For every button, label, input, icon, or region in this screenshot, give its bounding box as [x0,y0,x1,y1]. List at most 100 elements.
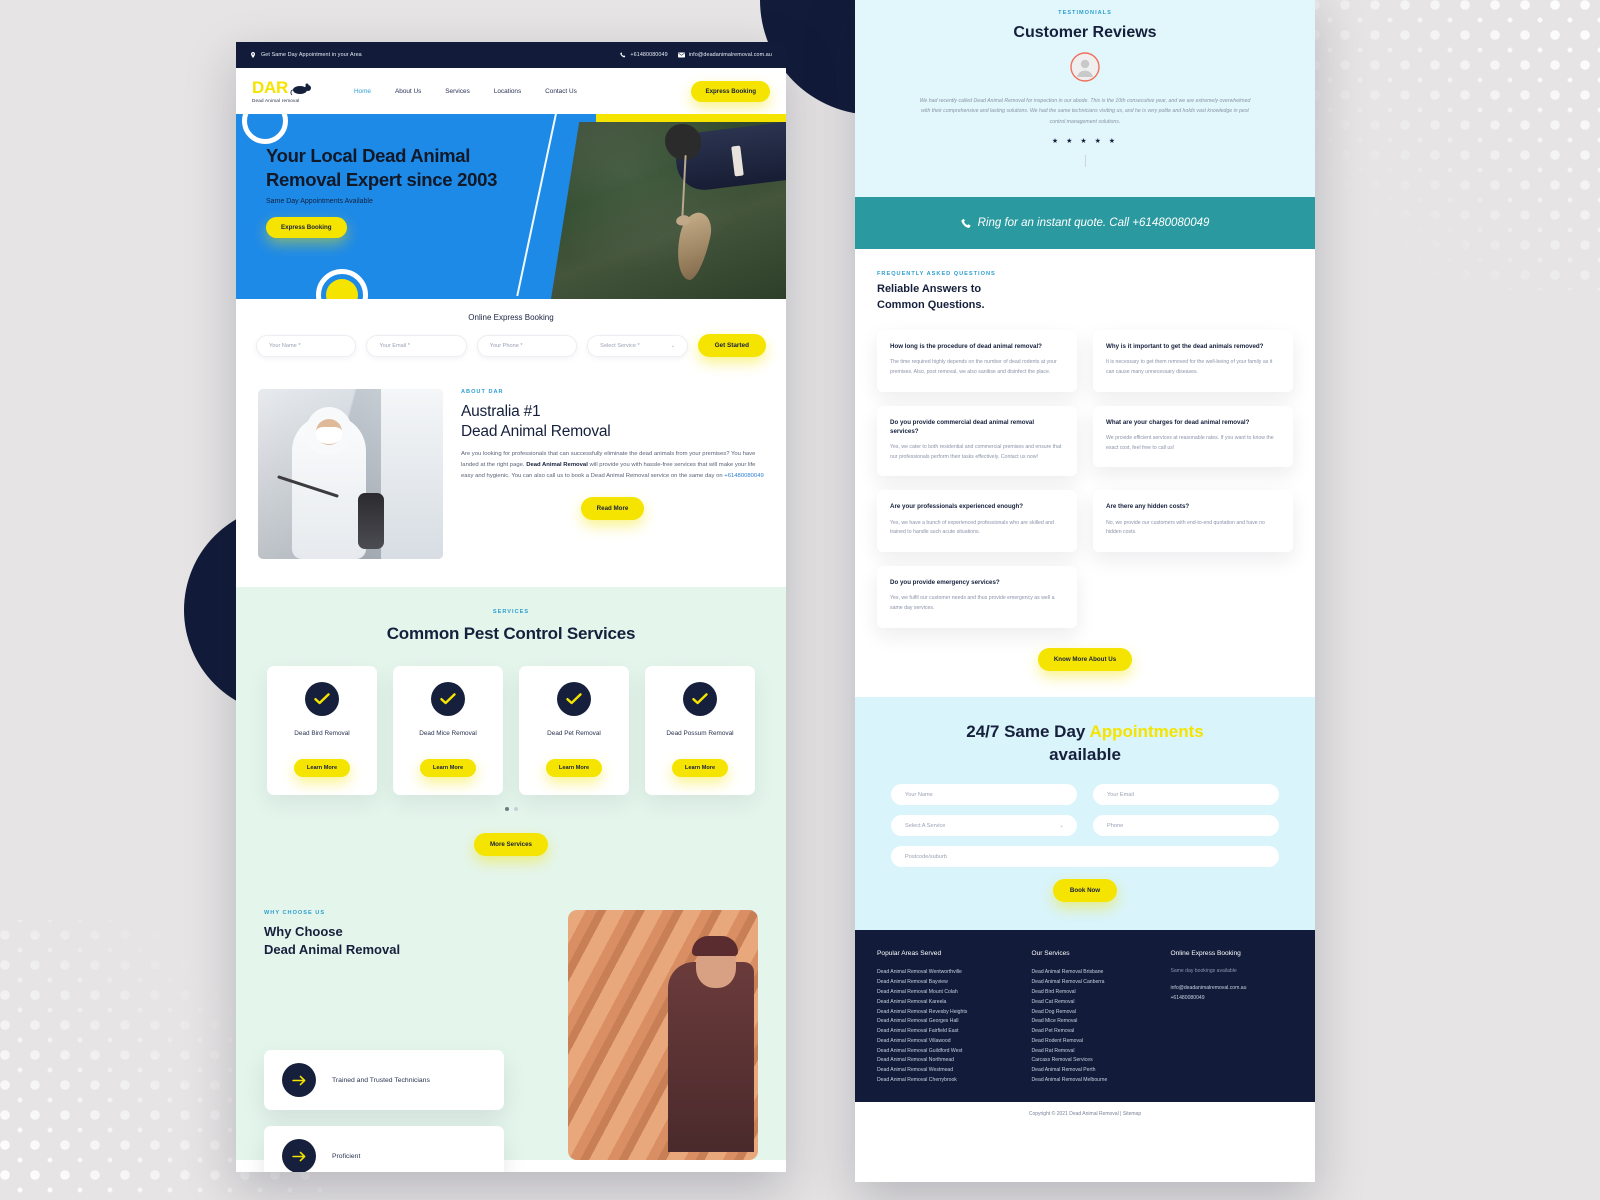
topbar-email[interactable]: info@deadanimalremoval.com.au [677,52,772,58]
appt-postcode-input[interactable]: Postcode/suburb [891,846,1279,868]
footer-link[interactable]: Dead Animal Removal Northmead [877,1056,1021,1066]
booking-phone-input[interactable]: Your Phone * [476,334,578,357]
faq-grid: How long is the procedure of dead animal… [877,330,1293,628]
get-started-button[interactable]: Get Started [697,334,767,357]
topbar-phone[interactable]: +61480080049 [620,52,668,58]
footer-link[interactable]: Dead Dog Removal [1031,1008,1160,1018]
hero-express-booking-button[interactable]: Express Booking [266,217,347,239]
why-eyebrow: WHY CHOOSE US [264,910,326,916]
faq-heading-line2: Common Questions. [877,299,985,312]
footer-link[interactable]: Dead Animal Removal Brisbane [1031,968,1160,978]
why-feature-item[interactable]: Trained and Trusted Technicians [264,1050,504,1110]
appt-name-input[interactable]: Your Name [891,784,1077,806]
booking-email-input[interactable]: Your Email * [366,334,467,357]
footer-email[interactable]: info@deadanimalremoval.com.au [1170,984,1293,994]
why-feature-item[interactable]: Proficient [264,1126,504,1172]
faq-card[interactable]: Do you provide commercial dead animal re… [877,405,1077,477]
footer-link[interactable]: Dead Bird Removal [1031,988,1160,998]
know-more-about-us-button[interactable]: Know More About Us [1037,647,1133,671]
faq-card[interactable]: How long is the procedure of dead animal… [877,330,1077,392]
faq-card[interactable]: Are your professionals experienced enoug… [877,490,1077,553]
inner-pages-mockup-panel: TESTIMONIALS Customer Reviews We had rec… [855,0,1315,1182]
service-card[interactable]: Dead Mice Removal Learn More [393,666,503,795]
service-card-title: Dead Possum Removal [666,730,734,737]
footer-link[interactable]: Dead Rodent Removal [1031,1037,1160,1047]
nav-item-services[interactable]: Services [445,88,470,95]
nav-item-home[interactable]: Home [354,88,371,95]
footer-column-areas: Popular Areas Served Dead Animal Removal… [877,950,1021,1085]
faq-card[interactable]: Why is it important to get the dead anim… [1093,330,1293,392]
footer-link[interactable]: Dead Animal Removal Revesby Heights [877,1008,1021,1018]
footer-link[interactable]: Carcass Removal Services [1031,1056,1160,1066]
footer-link[interactable]: Dead Animal Removal Mount Colah [877,988,1021,998]
footer-link[interactable]: Dead Animal Removal Georges Hall [877,1017,1021,1027]
appointments-form: Your Name Your Email Select A Service ⌄ … [891,784,1279,903]
footer-link[interactable]: Dead Animal Removal Villawood [877,1037,1021,1047]
faq-question: Are there any hidden costs? [1106,503,1190,511]
footer-link[interactable]: Dead Animal Removal Bayview [877,978,1021,988]
faq-question: What are your charges for dead animal re… [1106,418,1250,426]
rat-icon [290,83,314,96]
call-cta-text: Ring for an instant quote. Call +6148008… [977,217,1210,230]
footer-areas-title: Popular Areas Served [877,950,942,958]
appt-phone-placeholder: Phone [1107,822,1124,829]
footer-link[interactable]: Dead Pet Removal [1031,1027,1160,1037]
main-navbar: DAR Dead Animal removal Home About Us Se… [236,68,786,114]
footer-link[interactable]: Dead Animal Removal Wentworthville [877,968,1021,978]
footer-link[interactable]: Dead Animal Removal Kareela [877,998,1021,1008]
booking-service-select[interactable]: Select Service * ⌄ [587,334,688,357]
site-logo[interactable]: DAR Dead Animal removal [252,79,314,104]
footer-services-list: Dead Animal Removal Brisbane Dead Animal… [1031,968,1160,1085]
footer-link[interactable]: Dead Rat Removal [1031,1047,1160,1057]
faq-answer: The time required highly depends on the … [890,359,1057,376]
nav-item-contact-us[interactable]: Contact Us [545,88,577,95]
booking-name-input[interactable]: Your Name * [256,334,357,357]
call-cta-bar[interactable]: Ring for an instant quote. Call +6148008… [855,197,1315,250]
read-more-button[interactable]: Read More [580,497,645,521]
service-learn-more-button[interactable]: Learn More [419,759,477,777]
appt-service-select[interactable]: Select A Service ⌄ [891,815,1077,837]
service-learn-more-button[interactable]: Learn More [671,759,729,777]
testimonials-section: TESTIMONIALS Customer Reviews We had rec… [855,0,1315,198]
faq-card[interactable]: What are your charges for dead animal re… [1093,405,1293,468]
faq-card[interactable]: Are there any hidden costs? No, we provi… [1093,490,1293,553]
carousel-dot[interactable] [513,807,518,811]
arrow-right-icon [282,1139,316,1172]
service-learn-more-button[interactable]: Learn More [545,759,603,777]
footer-link[interactable]: Dead Animal Removal Westmead [877,1066,1021,1076]
faq-card[interactable]: Do you provide emergency services? Yes, … [877,566,1077,628]
appt-email-input[interactable]: Your Email [1093,784,1279,806]
service-card[interactable]: Dead Possum Removal Learn More [645,666,755,795]
footer-link[interactable]: Dead Animal Removal Perth [1031,1066,1160,1076]
carousel-pagination[interactable] [254,807,768,811]
faq-heading-line1: Reliable Answers to [877,283,982,296]
service-card-title: Dead Mice Removal [419,730,477,737]
service-card[interactable]: Dead Pet Removal Learn More [519,666,629,795]
service-card[interactable]: Dead Bird Removal Learn More [267,666,377,795]
nav-item-about-us[interactable]: About Us [395,88,421,95]
service-learn-more-button[interactable]: Learn More [293,759,351,777]
footer-link[interactable]: Dead Mice Removal [1031,1017,1160,1027]
check-icon [305,682,339,716]
why-heading-line2: Dead Animal Removal [264,942,401,958]
footer-link[interactable]: Dead Cat Removal [1031,998,1160,1008]
more-services-button[interactable]: More Services [474,833,548,856]
faq-question: Do you provide commercial dead animal re… [890,418,1035,435]
footer-link[interactable]: Dead Animal Removal Guildford West [877,1047,1021,1057]
appt-phone-input[interactable]: Phone [1093,815,1279,837]
footer-link[interactable]: Dead Animal Removal Fairfield East [877,1027,1021,1037]
booking-form-title: Online Express Booking [468,313,554,322]
faq-answer: It is necessary to get them removed for … [1106,359,1273,376]
express-booking-button[interactable]: Express Booking [691,80,770,102]
about-phone-link[interactable]: +61480080049 [724,473,763,479]
footer-link[interactable]: Dead Animal Removal Canberra [1031,978,1160,988]
phone-icon [961,218,972,229]
footer-link[interactable]: Dead Animal Removal Cherrybrook [877,1076,1021,1086]
nav-item-locations[interactable]: Locations [494,88,521,95]
footer-link[interactable]: Dead Animal Removal Melbourne [1031,1076,1160,1086]
chevron-down-icon: ⌄ [1058,823,1064,830]
footer-phone[interactable]: +61480080049 [1170,994,1293,1004]
book-now-button[interactable]: Book Now [1052,879,1118,903]
carousel-dot-active[interactable] [504,807,509,811]
testimonials-title: Customer Reviews [1013,24,1157,41]
